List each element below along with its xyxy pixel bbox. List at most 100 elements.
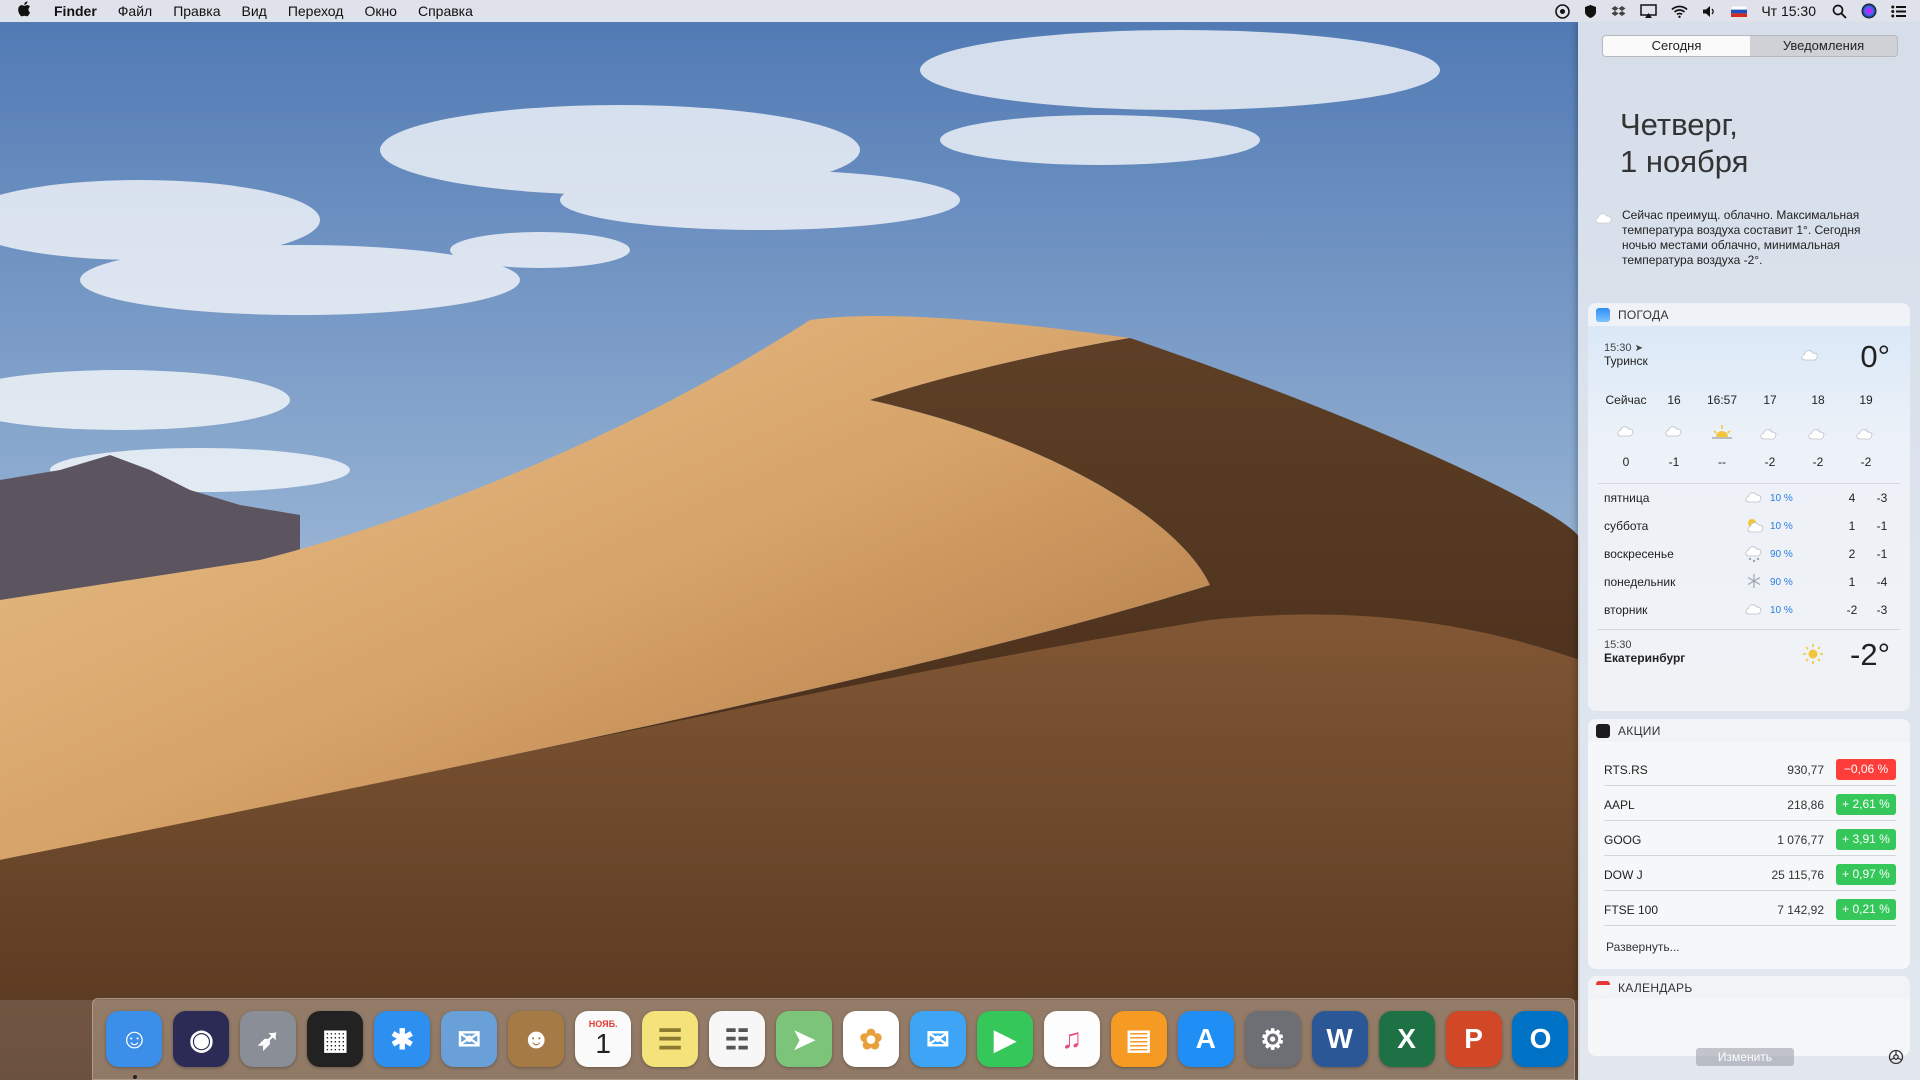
dock-app-photos[interactable]: ✿: [837, 1005, 904, 1073]
stock-row[interactable]: DOW J 25 115,76 + 0,97 %: [1604, 857, 1896, 891]
stock-change-badge[interactable]: −0,06 %: [1836, 759, 1896, 780]
temp-low: -3: [1876, 603, 1888, 617]
stock-price: 25 115,76: [1771, 868, 1825, 882]
dock-app-maps[interactable]: ➤: [771, 1005, 838, 1073]
day-name: пятница: [1604, 491, 1650, 505]
cloud-night-icon: [1842, 424, 1890, 440]
dock-app-facetime[interactable]: ▶: [971, 1005, 1038, 1073]
volume-icon[interactable]: [1702, 5, 1717, 18]
stock-symbol: AAPL: [1604, 798, 1635, 812]
itunes-icon: ♫: [1043, 1011, 1100, 1067]
menu-view[interactable]: Вид: [242, 3, 267, 19]
shield-icon[interactable]: [1584, 4, 1597, 19]
gear-icon[interactable]: [1888, 1049, 1904, 1070]
outlook-icon: O: [1512, 1011, 1569, 1067]
weather-widget: ПОГОДА 15:30 ➤ Туринск 0° Сейчас 16 16:5…: [1588, 303, 1910, 711]
cloud-icon: [1744, 489, 1764, 506]
cloud-night-icon: [1794, 424, 1842, 440]
stock-row[interactable]: RTS.RS 930,77 −0,06 %: [1604, 752, 1896, 786]
stock-change-badge[interactable]: + 2,61 %: [1836, 794, 1896, 815]
wifi-icon[interactable]: [1671, 5, 1688, 18]
calendar-widget-title: КАЛЕНДАРЬ: [1618, 980, 1693, 995]
dock-app-launchpad[interactable]: ➶: [235, 1005, 302, 1073]
temp-low: -3: [1876, 491, 1888, 505]
forecast-day: пятница 10 % 4 -3: [1604, 487, 1902, 509]
stock-change-badge[interactable]: + 0,21 %: [1836, 899, 1896, 920]
apple-menu-icon[interactable]: [18, 1, 38, 21]
stock-change-badge[interactable]: + 3,91 %: [1836, 829, 1896, 850]
dock-app-ibooks[interactable]: ▤: [1105, 1005, 1172, 1073]
edit-widgets-button[interactable]: Изменить: [1696, 1048, 1794, 1066]
dock-app-reminders[interactable]: ☷: [704, 1005, 771, 1073]
stock-change-badge[interactable]: + 0,97 %: [1836, 864, 1896, 885]
dock-app-system-preferences[interactable]: ⚙: [1239, 1005, 1306, 1073]
dock-app-app-store[interactable]: A: [1172, 1005, 1239, 1073]
menu-edit[interactable]: Правка: [173, 3, 220, 19]
calendar-widget: КАЛЕНДАРЬ: [1588, 976, 1910, 1056]
stocks-widget-title: АКЦИИ: [1618, 723, 1661, 738]
hour-label: 18: [1811, 393, 1825, 407]
dock-app-contacts[interactable]: ☻: [503, 1005, 570, 1073]
dock-app-word[interactable]: W: [1306, 1005, 1373, 1073]
weather-widget-title: ПОГОДА: [1618, 307, 1669, 322]
precip-percent: 10 %: [1770, 493, 1793, 504]
dock-app-photo-slideshow[interactable]: ▦: [302, 1005, 369, 1073]
stock-row[interactable]: AAPL 218,86 + 2,61 %: [1604, 787, 1896, 821]
view-switcher: Сегодня Уведомления: [1602, 35, 1898, 57]
siri-icon[interactable]: [1861, 3, 1877, 19]
stock-symbol: RTS.RS: [1604, 763, 1648, 777]
dock-app-siri[interactable]: ◉: [168, 1005, 235, 1073]
weather-location-turinsk[interactable]: 15:30 ➤ Туринск: [1604, 342, 1648, 368]
menu-help[interactable]: Справка: [418, 3, 473, 19]
temp-high: 4: [1848, 491, 1856, 505]
location-name: Туринск: [1604, 354, 1648, 368]
dock-app-mail[interactable]: ✉: [436, 1005, 503, 1073]
sunset-icon: [1698, 424, 1746, 440]
hourly-times: Сейчас 16 16:57 17 18 19: [1602, 393, 1902, 407]
airplay-icon[interactable]: [1640, 3, 1658, 19]
location-time: 15:30: [1604, 639, 1632, 651]
dock-app-messages[interactable]: ✉: [904, 1005, 971, 1073]
menubar-clock[interactable]: Чт 15:30: [1761, 3, 1816, 19]
stock-price: 1 076,77: [1777, 833, 1824, 847]
stock-price: 930,77: [1787, 763, 1824, 777]
weather-app-icon: [1596, 307, 1610, 322]
date-day: 1 ноября: [1620, 144, 1749, 179]
stock-symbol: FTSE 100: [1604, 903, 1659, 917]
menu-window[interactable]: Окно: [364, 3, 397, 19]
info-circle-icon[interactable]: [1555, 3, 1571, 19]
divider: [1598, 483, 1900, 484]
dropbox-icon[interactable]: [1611, 4, 1626, 19]
notification-center-icon[interactable]: [1891, 5, 1906, 18]
safari-icon: ✱: [374, 1011, 431, 1067]
hour-temp: -2: [1860, 455, 1872, 469]
running-indicator: [133, 1075, 137, 1079]
cloud-icon: [1650, 424, 1698, 440]
divider: [1598, 629, 1900, 630]
stock-row[interactable]: GOOG 1 076,77 + 3,91 %: [1604, 822, 1896, 856]
menu-bar: Finder Файл Правка Вид Переход Окно Спра…: [0, 0, 1920, 22]
dock-app-calendar[interactable]: НОЯБ. 1: [570, 1005, 637, 1073]
menu-file[interactable]: Файл: [118, 3, 152, 19]
tab-today[interactable]: Сегодня: [1603, 36, 1750, 56]
dock-app-notes[interactable]: ☰: [637, 1005, 704, 1073]
forecast-day: суббота 10 % 1 -1: [1604, 515, 1902, 537]
menu-go[interactable]: Переход: [288, 3, 344, 19]
dock-app-safari[interactable]: ✱: [369, 1005, 436, 1073]
russian-flag-icon[interactable]: [1731, 5, 1748, 17]
dock-app-itunes[interactable]: ♫: [1038, 1005, 1105, 1073]
menu-finder[interactable]: Finder: [54, 3, 97, 19]
precip-percent: 10 %: [1770, 605, 1793, 616]
notes-icon: ☰: [642, 1011, 699, 1067]
dock-app-outlook[interactable]: O: [1507, 1005, 1574, 1073]
tab-notifications[interactable]: Уведомления: [1750, 36, 1897, 56]
search-icon[interactable]: [1832, 4, 1847, 19]
dock-app-finder[interactable]: ☺: [101, 1005, 168, 1079]
mail-icon: ✉: [441, 1011, 498, 1067]
weather-location-ekaterinburg[interactable]: 15:30 Екатеринбург: [1604, 639, 1685, 665]
dock-app-powerpoint[interactable]: P: [1440, 1005, 1507, 1073]
date-weekday: Четверг,: [1620, 107, 1738, 142]
expand-stocks-link[interactable]: Развернуть...: [1606, 940, 1680, 954]
dock-app-excel[interactable]: X: [1373, 1005, 1440, 1073]
stock-row[interactable]: FTSE 100 7 142,92 + 0,21 %: [1604, 892, 1896, 926]
